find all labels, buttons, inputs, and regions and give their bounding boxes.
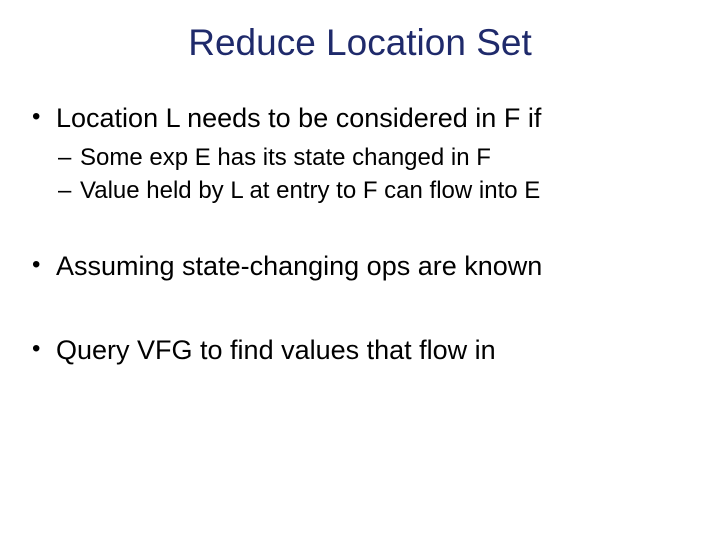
slide-body: Location L needs to be considered in F i… bbox=[0, 74, 720, 368]
bullet-2: Assuming state-changing ops are known bbox=[28, 250, 690, 284]
bullet-1-sub-1: Some exp E has its state changed in F bbox=[28, 142, 690, 173]
bullet-1: Location L needs to be considered in F i… bbox=[28, 102, 690, 136]
slide-title: Reduce Location Set bbox=[0, 0, 720, 74]
slide: Reduce Location Set Location L needs to … bbox=[0, 0, 720, 540]
spacer bbox=[28, 290, 690, 334]
bullet-1-sub-2: Value held by L at entry to F can flow i… bbox=[28, 175, 690, 206]
bullet-3: Query VFG to find values that flow in bbox=[28, 334, 690, 368]
spacer bbox=[28, 206, 690, 250]
